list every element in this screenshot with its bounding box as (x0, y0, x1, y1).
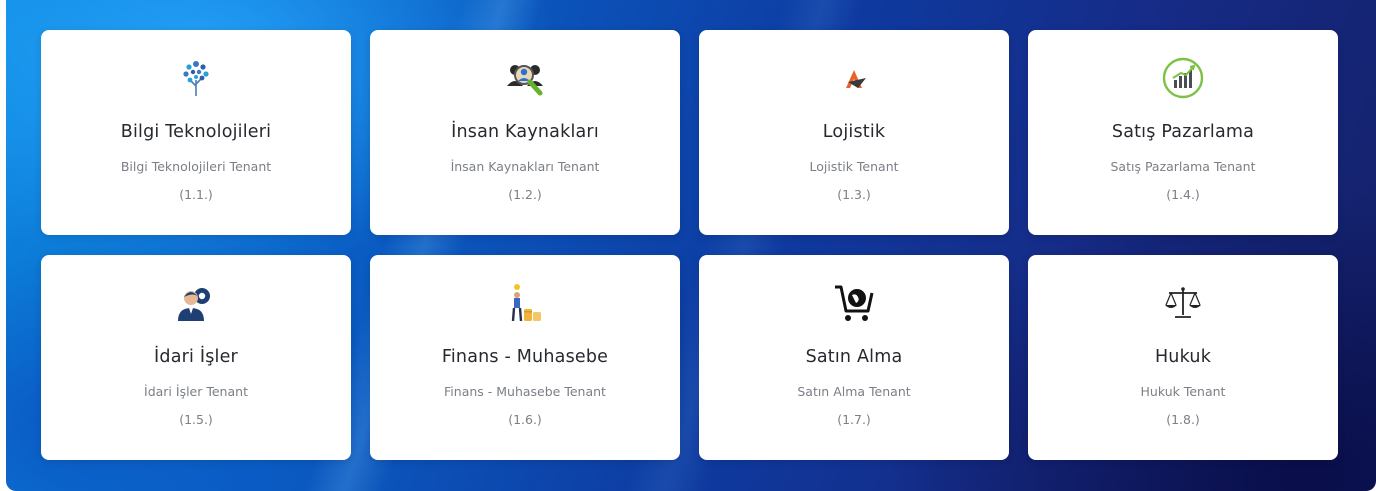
tenant-subtitle: İnsan Kaynakları Tenant (450, 159, 600, 174)
tech-tree-icon (174, 56, 218, 100)
tenant-code: (1.4.) (1166, 187, 1200, 202)
people-search-icon (503, 56, 547, 100)
tenant-subtitle: Lojistik Tenant (809, 159, 899, 174)
tenant-title: Satın Alma (805, 347, 903, 367)
tenant-card-bilgi-teknolojileri[interactable]: Bilgi Teknolojileri Bilgi Teknolojileri … (41, 30, 351, 235)
admin-person-gear-icon (174, 281, 218, 325)
tenant-card-idari-isler[interactable]: İdari İşler İdari İşler Tenant (1.5.) (41, 255, 351, 460)
tenant-code: (1.1.) (179, 187, 213, 202)
tenant-subtitle: Finans - Muhasebe Tenant (444, 384, 606, 399)
tenant-code: (1.5.) (179, 412, 213, 427)
tenant-title: Finans - Muhasebe (441, 347, 609, 367)
sales-chart-icon (1161, 56, 1205, 100)
tenant-card-lojistik[interactable]: Lojistik Lojistik Tenant (1.3.) (699, 30, 1009, 235)
tenant-card-finans-muhasebe[interactable]: Finans - Muhasebe Finans - Muhasebe Tena… (370, 255, 680, 460)
shopping-cart-globe-icon (832, 281, 876, 325)
finance-coins-icon (503, 281, 547, 325)
tenant-title: Lojistik (822, 122, 886, 142)
tenant-title: İdari İşler (154, 347, 238, 367)
tenant-code: (1.8.) (1166, 412, 1200, 427)
tenant-subtitle: Satış Pazarlama Tenant (1110, 159, 1256, 174)
tenant-title: Satış Pazarlama (1111, 122, 1255, 142)
tenant-subtitle: Bilgi Teknolojileri Tenant (120, 159, 272, 174)
tenant-card-satis-pazarlama[interactable]: Satış Pazarlama Satış Pazarlama Tenant (… (1028, 30, 1338, 235)
tenant-card-hukuk[interactable]: Hukuk Hukuk Tenant (1.8.) (1028, 255, 1338, 460)
logistics-logo-icon (832, 56, 876, 100)
tenant-code: (1.3.) (837, 187, 871, 202)
tenant-subtitle: İdari İşler Tenant (144, 384, 248, 399)
scales-of-justice-icon (1161, 281, 1205, 325)
tenant-title: Hukuk (1154, 347, 1212, 367)
tenant-title: Bilgi Teknolojileri (120, 122, 272, 142)
tenant-title: İnsan Kaynakları (451, 122, 599, 142)
tenant-code: (1.6.) (508, 412, 542, 427)
tenant-subtitle: Satın Alma Tenant (797, 384, 911, 399)
tenant-code: (1.7.) (837, 412, 871, 427)
tenant-card-satin-alma[interactable]: Satın Alma Satın Alma Tenant (1.7.) (699, 255, 1009, 460)
tenant-grid: Bilgi Teknolojileri Bilgi Teknolojileri … (41, 30, 1338, 460)
tenant-code: (1.2.) (508, 187, 542, 202)
tenant-card-insan-kaynaklari[interactable]: İnsan Kaynakları İnsan Kaynakları Tenant… (370, 30, 680, 235)
tenant-subtitle: Hukuk Tenant (1140, 384, 1226, 399)
